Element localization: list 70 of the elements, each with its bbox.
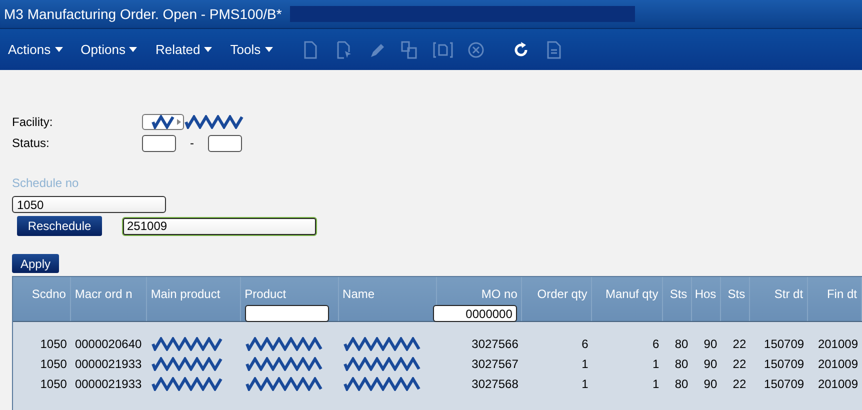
table-cell-text: 150709 [764, 336, 804, 353]
menu-item[interactable]: Tools [230, 40, 273, 60]
table-cell-text: 201009 [818, 356, 858, 373]
facility-label: Facility: [12, 114, 54, 131]
redaction-scribble [151, 115, 177, 129]
table-cell-text: 80 [674, 356, 688, 373]
table-cell-text: 0000021933 [74, 376, 142, 393]
window-title: M3 Manufacturing Order. Open - PMS100/B* [4, 4, 282, 24]
menu-item[interactable]: Related [155, 40, 212, 60]
column-header[interactable]: Order qty [537, 285, 588, 303]
table-cell-text: 1 [652, 356, 660, 373]
status-to-field[interactable] [208, 134, 242, 152]
table-cell-text: 1050 [40, 336, 67, 353]
menu-item[interactable]: Options [80, 40, 138, 60]
reschedule-button[interactable]: Reschedule [17, 216, 102, 236]
menu-item[interactable]: Actions [8, 40, 63, 60]
column-filter-field[interactable] [244, 305, 329, 322]
column-header[interactable]: Name [342, 285, 375, 303]
table-cell-text: 1 [582, 356, 588, 373]
table-cell-text: 6 [652, 336, 660, 353]
table-cell-text: 3027566 [472, 336, 518, 353]
schedule-field[interactable]: 1050 [12, 196, 166, 213]
column-header[interactable]: Str dt [774, 285, 804, 303]
column-header[interactable]: Sts [670, 285, 688, 303]
status-from-field[interactable] [142, 134, 176, 152]
table-cell-text: 90 [704, 336, 718, 353]
bracketed-document-icon [432, 40, 453, 60]
caret-icon [129, 47, 138, 52]
table-cell-text: 1050 [40, 376, 67, 393]
reschedule-date-field[interactable]: 251009 [122, 216, 317, 236]
column-header[interactable]: Macr ord n [74, 285, 132, 303]
schedule-label: Schedule no [12, 175, 80, 192]
column-header[interactable]: Main product [150, 285, 220, 303]
close-circle-icon [466, 40, 486, 60]
table-cell-text: 80 [674, 336, 688, 353]
table-cell-text: 90 [704, 376, 718, 393]
table-cell-text: 22 [732, 356, 746, 373]
caret-icon [264, 47, 273, 52]
table-cell-text: 22 [732, 336, 746, 353]
table-cell-text: 80 [674, 376, 688, 393]
table-cell-text: 1 [652, 376, 660, 393]
column-filter-field[interactable]: 0000000 [433, 305, 518, 322]
table-cell-text: 3027567 [472, 356, 518, 373]
status-label: Status: [12, 135, 50, 152]
caret-icon [177, 119, 181, 125]
column-header[interactable]: Sts [728, 285, 746, 303]
column-header[interactable]: Product [244, 285, 286, 303]
table-cell-text: 0000021933 [74, 356, 142, 373]
caret-icon [54, 47, 63, 52]
table-cell-text: 1 [582, 376, 588, 393]
facility-field[interactable] [142, 114, 184, 130]
table-cell-text: 0000020640 [74, 336, 142, 353]
column-header[interactable]: Scdno [32, 285, 66, 303]
table-cell-text: 150709 [764, 356, 804, 373]
column-header[interactable]: Hos [694, 285, 716, 303]
table-cell-text: 6 [582, 336, 588, 353]
range-separator: - [190, 135, 194, 152]
caret-icon [204, 47, 212, 52]
table-cell-text: 201009 [818, 376, 858, 393]
column-header[interactable]: Manuf qty [606, 285, 658, 303]
table-cell-text: 22 [732, 376, 746, 393]
apply-button[interactable]: Apply [12, 254, 59, 273]
table-cell-text: 150709 [764, 376, 804, 393]
table-cell-text: 201009 [818, 336, 858, 353]
column-header[interactable]: MO no [481, 285, 518, 303]
table-cell-text: 1050 [40, 356, 67, 373]
table-cell-text: 3027568 [472, 376, 518, 393]
column-header[interactable]: Fin dt [826, 285, 857, 303]
copy-icon [400, 40, 420, 60]
table-cell-text: 90 [704, 356, 718, 373]
